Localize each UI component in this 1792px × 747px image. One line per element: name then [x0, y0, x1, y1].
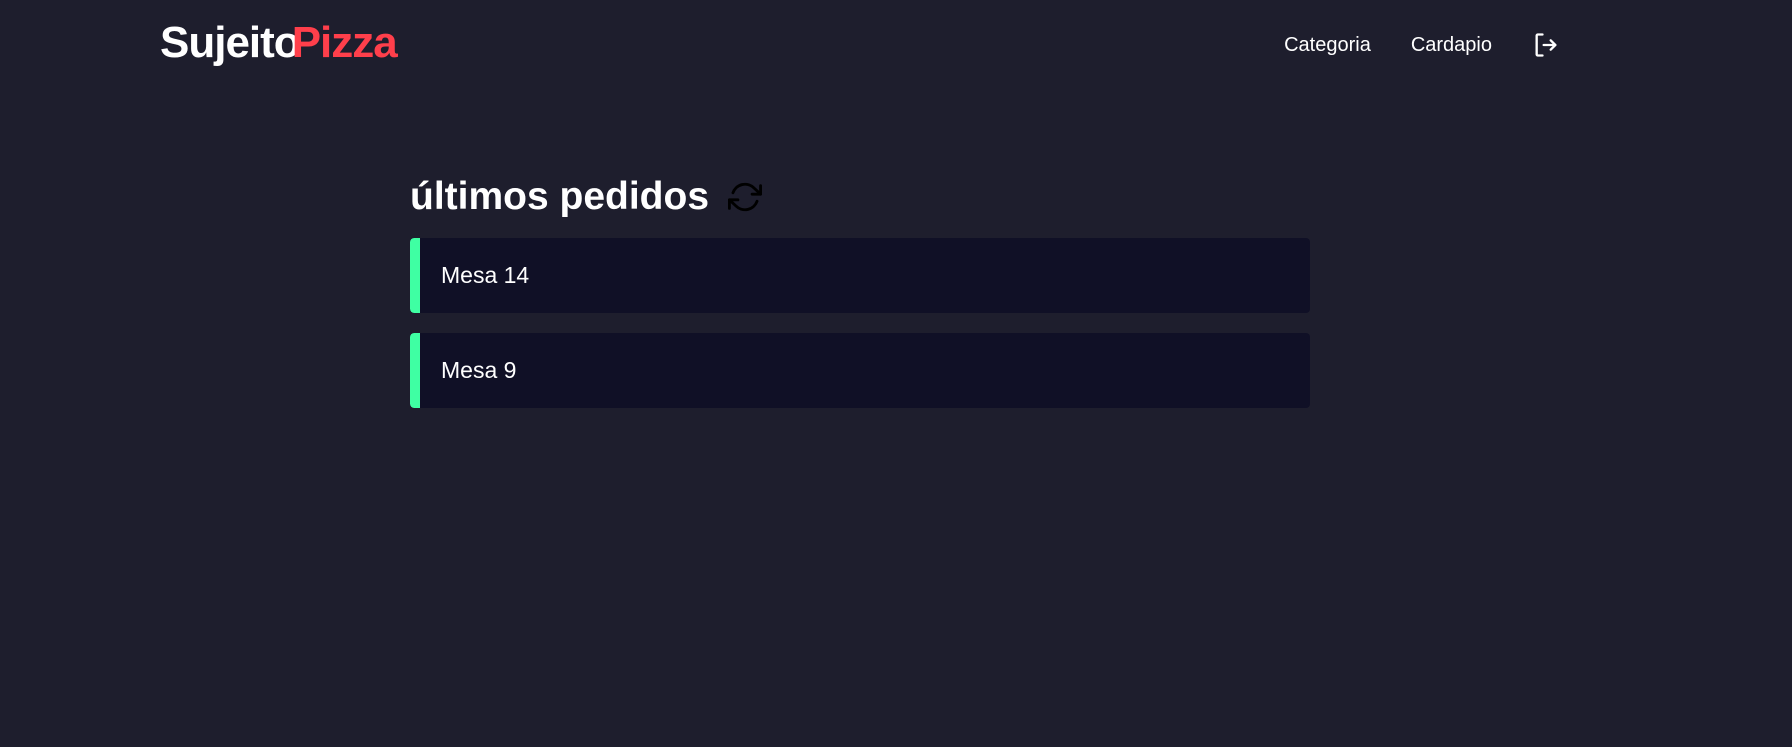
orders-list: Mesa 14 Mesa 9: [410, 238, 1310, 408]
logo[interactable]: SujeitoPizza: [160, 18, 398, 68]
order-item[interactable]: Mesa 14: [410, 238, 1310, 313]
order-status-tag: [410, 238, 420, 313]
logo-text-sujeito: Sujeito: [160, 18, 301, 67]
title-row: últimos pedidos: [410, 170, 1310, 224]
main-nav: Categoria Cardapio: [1244, 30, 1560, 60]
refresh-button[interactable]: [727, 179, 763, 215]
logout-icon: [1535, 33, 1557, 57]
order-item[interactable]: Mesa 9: [410, 333, 1310, 408]
order-label: Mesa 14: [441, 262, 530, 288]
refresh-icon: [728, 182, 763, 212]
order-label: Mesa 9: [441, 357, 517, 383]
logout-button[interactable]: [1532, 31, 1560, 59]
header: SujeitoPizza Categoria Cardapio: [0, 0, 1792, 100]
main-content: últimos pedidos Mesa 14 Mesa 9: [410, 170, 1310, 428]
order-status-tag: [410, 333, 420, 408]
nav-link-categoria[interactable]: Categoria: [1284, 34, 1371, 57]
nav-link-cardapio[interactable]: Cardapio: [1411, 34, 1492, 57]
logo-text-pizza: Pizza: [291, 18, 398, 67]
page-title: últimos pedidos: [410, 175, 710, 218]
